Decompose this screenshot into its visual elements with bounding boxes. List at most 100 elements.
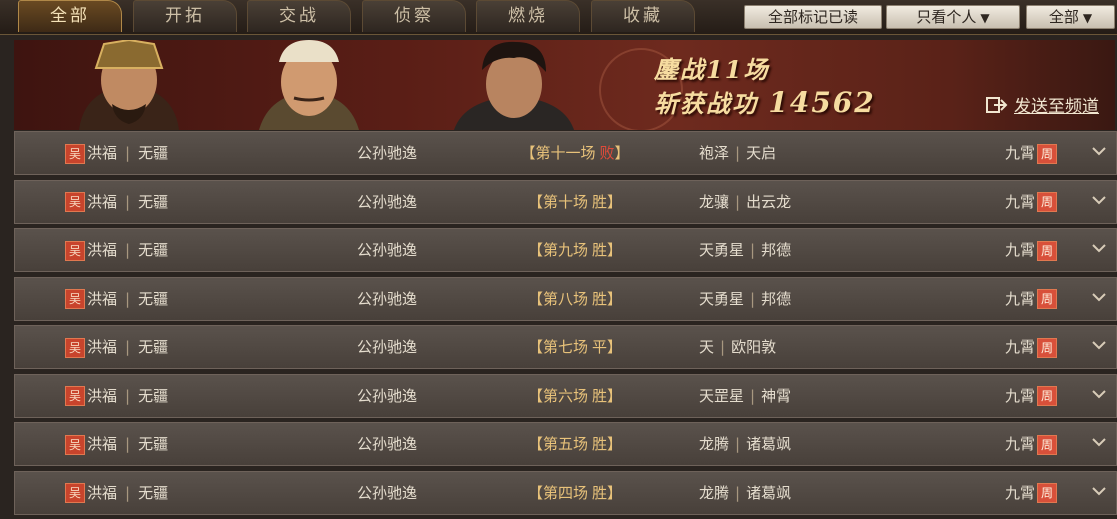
attacker-info: 吴洪福 | 无疆	[65, 375, 168, 417]
send-to-channel-label: 发送至频道	[1014, 97, 1099, 117]
chevron-down-icon[interactable]	[1092, 193, 1106, 207]
chevron-down-icon[interactable]	[1092, 435, 1106, 449]
opponent-alliance: 龙腾	[699, 435, 730, 453]
opponent-side-name: 九霄	[1005, 144, 1036, 162]
personal-filter-dropdown[interactable]: 只看个人 ▼	[886, 5, 1020, 29]
opponent-alliance: 袍泽	[699, 144, 730, 162]
attacker-info: 吴洪福 | 无疆	[65, 326, 168, 368]
opponent-side-name: 九霄	[1005, 435, 1036, 453]
bracket-open: 【	[527, 435, 543, 453]
round-label: 【第十一场 败】	[495, 132, 655, 174]
commander-name: 公孙驰逸	[357, 338, 418, 356]
chevron-down-icon[interactable]	[1092, 290, 1106, 304]
battle-report-row[interactable]: 吴洪福 | 无疆 公孙驰逸 【第五场 胜】 龙腾 | 诸葛飒 九霄周	[14, 422, 1117, 466]
commander-name: 公孙驰逸	[357, 144, 418, 162]
player-name: 洪福	[87, 192, 118, 211]
opponent-faction-badge: 周	[1037, 289, 1058, 309]
round-name: 第七场	[542, 338, 588, 356]
bracket-open: 【	[527, 192, 543, 211]
tab-combat[interactable]: 交战	[247, 0, 351, 32]
mark-all-read-button[interactable]: 全部标记已读	[744, 5, 882, 29]
send-to-channel-link[interactable]: 发送至频道	[986, 92, 1099, 117]
battle-report-row[interactable]: 吴洪福 | 无疆 公孙驰逸 【第九场 胜】 天勇星 | 邦德 九霄周	[14, 228, 1117, 272]
separator: |	[125, 241, 131, 259]
commander-name: 公孙驰逸	[357, 435, 418, 453]
opponent-player: 出云龙	[746, 192, 792, 211]
player-name: 洪福	[87, 483, 118, 502]
alliance-name: 无疆	[138, 338, 169, 356]
opponent-player: 诸葛飒	[746, 483, 792, 502]
general-portrait-3	[454, 41, 574, 130]
player-name: 洪福	[87, 289, 118, 308]
general-portrait-1	[79, 40, 179, 130]
opponent-player: 邦德	[761, 289, 792, 308]
round-label: 【第九场 胜】	[495, 229, 655, 271]
round-name: 第十场	[542, 192, 588, 211]
opponent-side: 九霄周	[1005, 181, 1059, 223]
scope-filter-dropdown[interactable]: 全部 ▼	[1026, 5, 1115, 29]
separator: |	[735, 144, 741, 162]
commander-name: 公孙驰逸	[357, 386, 418, 405]
round-name: 第八场	[542, 289, 588, 308]
separator: |	[125, 338, 131, 356]
battle-summary-banner: 鏖战11场 斩获战功 14562 发送至频道	[14, 40, 1115, 130]
bracket-open: 【	[527, 338, 543, 356]
separator: |	[750, 386, 756, 405]
alliance-name: 无疆	[138, 289, 169, 308]
tab-scout[interactable]: 侦察	[362, 0, 466, 32]
opponent-faction-badge: 周	[1037, 143, 1058, 164]
faction-badge: 吴	[65, 337, 85, 358]
bracket-close: 】	[614, 144, 630, 162]
tab-expand[interactable]: 开拓	[133, 0, 237, 32]
opponent-side: 九霄周	[1005, 423, 1059, 465]
chevron-down-icon[interactable]	[1092, 387, 1106, 401]
battle-report-row[interactable]: 吴洪福 | 无疆 公孙驰逸 【第八场 胜】 天勇星 | 邦德 九霄周	[14, 276, 1117, 321]
opponent-side: 九霄周	[1005, 278, 1059, 320]
opponent-info: 龙骧 | 出云龙	[699, 181, 791, 223]
round-name: 第九场	[542, 241, 588, 259]
alliance-name: 无疆	[138, 144, 169, 162]
chevron-down-icon[interactable]	[1092, 484, 1106, 498]
bracket-open: 【	[527, 483, 543, 502]
opponent-alliance: 龙腾	[699, 483, 730, 502]
battle-report-list: 吴洪福 | 无疆 公孙驰逸 【第十一场 败】 袍泽 | 天启 九霄周吴洪福 | 无疆 公孙驰逸 【第十场胜…	[14, 131, 1117, 519]
chevron-down-icon[interactable]	[1092, 241, 1106, 255]
opponent-alliance: 天罡星	[699, 386, 745, 405]
battle-report-row[interactable]: 吴洪福 | 无疆 公孙驰逸 【第六场 胜】 天罡星 | 神霄 九霄周	[14, 373, 1117, 418]
bracket-close: 】	[607, 435, 623, 453]
round-label: 【第十场 胜】	[495, 181, 655, 223]
player-name: 洪福	[87, 435, 118, 453]
tab-favorites[interactable]: 收藏	[591, 0, 695, 32]
faction-badge: 吴	[65, 289, 85, 309]
opponent-side-name: 九霄	[1005, 289, 1036, 308]
chevron-down-icon[interactable]	[1092, 338, 1106, 352]
battle-report-row[interactable]: 吴洪福 | 无疆 公孙驰逸 【第七场 平】 天 | 欧阳敦 九霄周	[14, 325, 1117, 369]
battle-report-row[interactable]: 吴洪福 | 无疆 公孙驰逸 【第十一场 败】 袍泽 | 天启 九霄周	[14, 131, 1117, 175]
tab-burn[interactable]: 燃烧	[476, 0, 580, 32]
opponent-side: 九霄周	[1005, 229, 1059, 271]
battle-result: 胜	[592, 192, 608, 211]
bracket-close: 】	[607, 386, 623, 405]
opponent-side-name: 九霄	[1005, 338, 1036, 356]
opponent-info: 龙腾 | 诸葛飒	[699, 472, 791, 514]
attacker-info: 吴洪福 | 无疆	[65, 278, 168, 320]
commander-name: 公孙驰逸	[357, 289, 418, 308]
opponent-player: 邦德	[761, 241, 792, 259]
personal-filter-label: 只看个人	[916, 8, 977, 26]
attacker-info: 吴洪福 | 无疆	[65, 423, 168, 465]
opponent-side: 九霄周	[1005, 375, 1059, 417]
opponent-info: 袍泽 | 天启	[699, 132, 776, 174]
general-portrait-2	[259, 40, 359, 130]
battle-report-row[interactable]: 吴洪福 | 无疆 公孙驰逸 【第四场 胜】 龙腾 | 诸葛飒 九霄周	[14, 470, 1117, 515]
commander-name: 公孙驰逸	[357, 483, 418, 502]
faction-badge: 吴	[65, 192, 85, 212]
chevron-down-icon[interactable]	[1092, 144, 1106, 158]
faction-badge: 吴	[65, 240, 85, 261]
round-label: 【第八场 胜】	[495, 278, 655, 320]
battle-report-row[interactable]: 吴洪福 | 无疆 公孙驰逸 【第十场 胜】 龙骧 | 出云龙 九霄周	[14, 179, 1117, 224]
opponent-faction-badge: 周	[1037, 386, 1058, 406]
attacker-info: 吴洪福 | 无疆	[65, 472, 168, 514]
opponent-faction-badge: 周	[1037, 192, 1058, 212]
alliance-name: 无疆	[138, 192, 169, 211]
tab-all[interactable]: 全部	[18, 0, 122, 32]
